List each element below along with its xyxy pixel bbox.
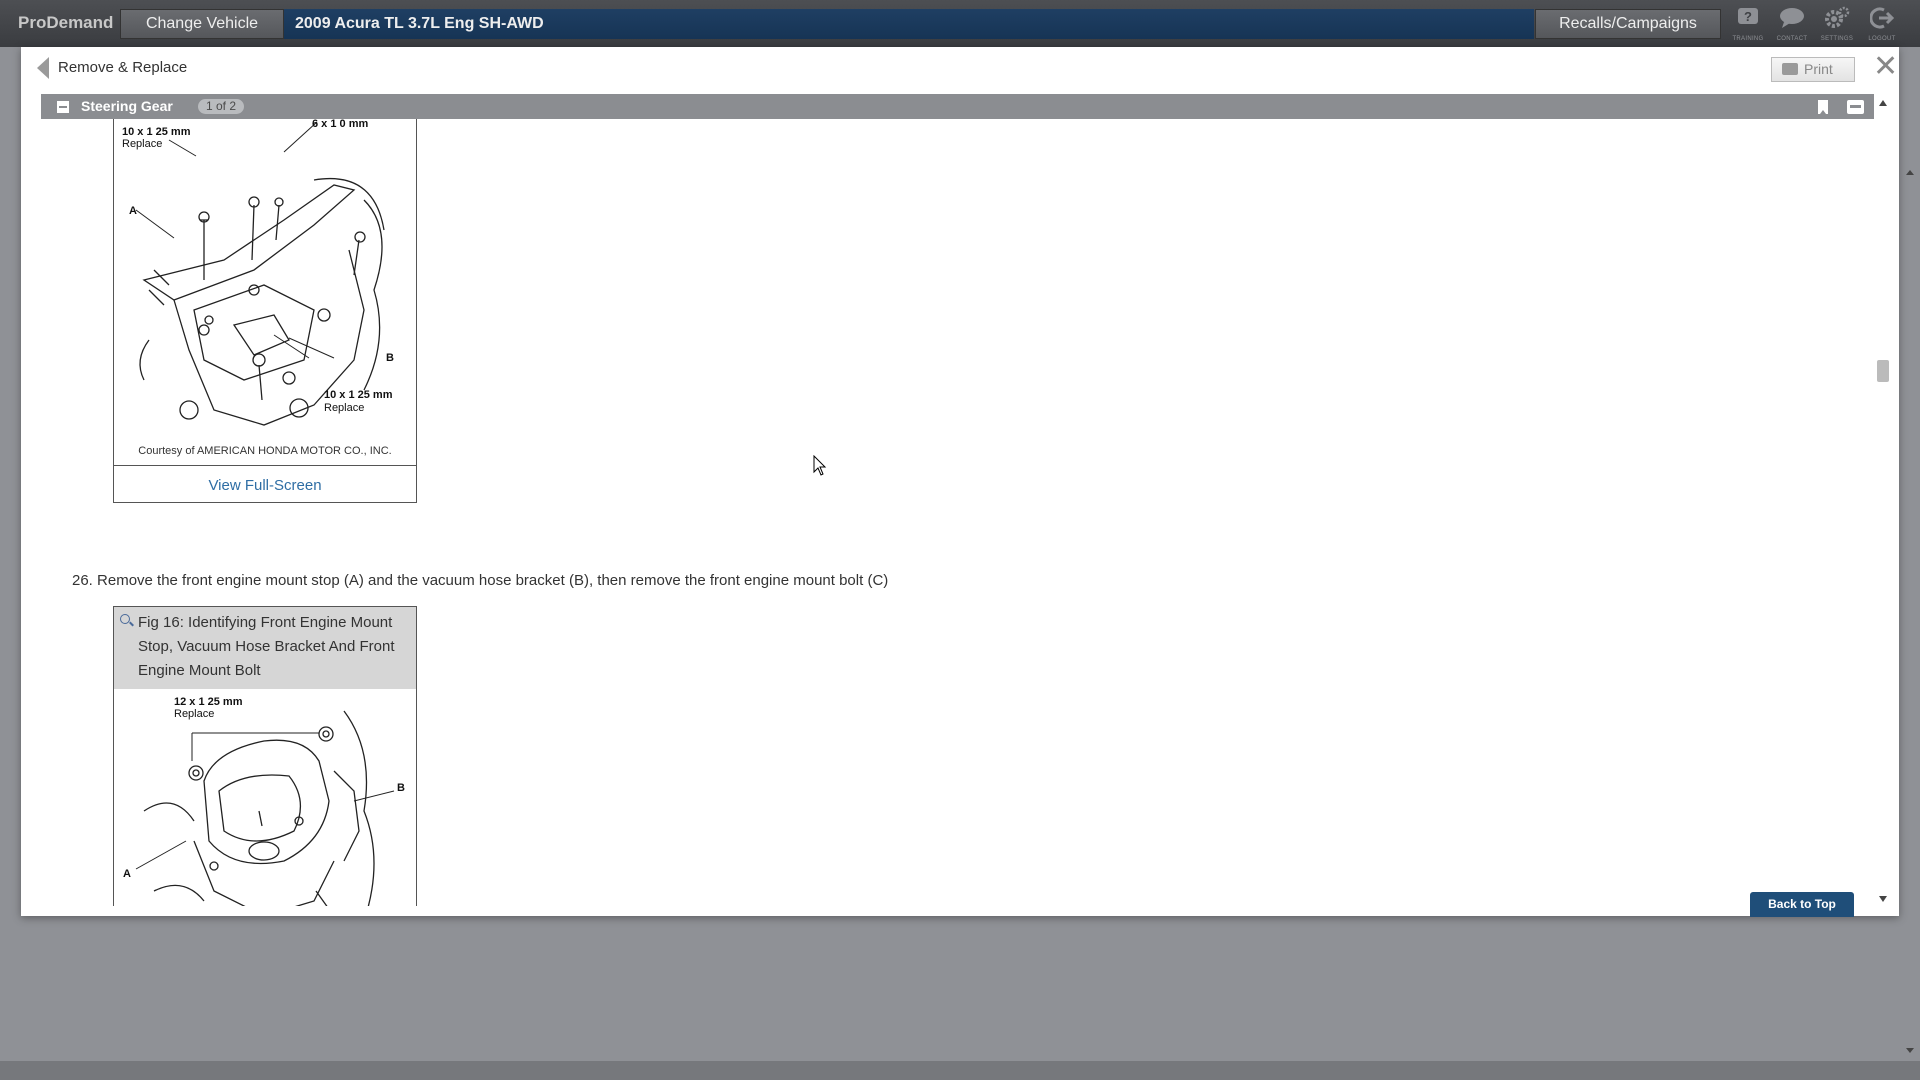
diagram-label: Replace bbox=[324, 402, 364, 414]
change-vehicle-button[interactable]: Change Vehicle bbox=[120, 9, 284, 39]
diagram-label: 10 x 1 25 mm bbox=[122, 126, 191, 138]
settings-button[interactable]: SETTINGS bbox=[1817, 6, 1857, 44]
section-print-icon[interactable] bbox=[1847, 100, 1864, 114]
diagram-label: 10 x 1 25 mm bbox=[324, 389, 393, 401]
printer-icon bbox=[1782, 63, 1798, 75]
bottom-bar bbox=[0, 1061, 1920, 1080]
diagram-label: A bbox=[129, 205, 137, 217]
back-arrow-icon[interactable] bbox=[37, 57, 49, 79]
chat-icon bbox=[1772, 6, 1812, 36]
contact-button[interactable]: CONTACT bbox=[1772, 6, 1812, 44]
scroll-thumb[interactable] bbox=[1877, 360, 1889, 382]
back-to-top-button[interactable]: Back to Top bbox=[1750, 892, 1854, 917]
logout-button[interactable]: LOGOUT bbox=[1862, 6, 1902, 44]
section-pager-badge: 1 of 2 bbox=[198, 99, 245, 114]
document-modal: Remove & Replace Print ✕ Steering Gear 1… bbox=[21, 47, 1899, 917]
logout-icon bbox=[1862, 6, 1902, 36]
diagram-label: Replace bbox=[122, 138, 162, 150]
view-full-screen-link[interactable]: View Full-Screen bbox=[114, 477, 416, 494]
zoom-icon[interactable] bbox=[120, 614, 130, 624]
diagram-label: 6 x 1 0 mm bbox=[312, 119, 368, 130]
recalls-campaigns-button[interactable]: Recalls/Campaigns bbox=[1535, 9, 1721, 39]
section-header: Steering Gear 1 of 2 bbox=[41, 94, 1874, 119]
figure-credit: Courtesy of AMERICAN HONDA MOTOR CO., IN… bbox=[138, 445, 392, 457]
content-scrollbar[interactable] bbox=[1875, 94, 1891, 906]
figure-16: Fig 16: Identifying Front Engine Mount S… bbox=[113, 606, 417, 906]
gear-icon bbox=[1817, 6, 1857, 36]
section-title: Steering Gear bbox=[81, 98, 173, 114]
page-scroll-up-icon[interactable] bbox=[1906, 170, 1914, 175]
top-bar: ProDemand Change Vehicle 2009 Acura TL 3… bbox=[0, 0, 1920, 47]
collapse-icon[interactable] bbox=[57, 101, 69, 113]
svg-text:?: ? bbox=[1744, 9, 1752, 24]
front-mount-diagram[interactable]: 10 x 1 25 mm Replace 6 x 1 0 mm A B 10 x… bbox=[114, 119, 416, 440]
diagram-label: 12 x 1 25 mm bbox=[174, 696, 243, 708]
diagram-label: Replace bbox=[174, 708, 214, 720]
divider bbox=[114, 465, 416, 466]
brand-logo[interactable]: ProDemand bbox=[18, 13, 113, 33]
vehicle-title: 2009 Acura TL 3.7L Eng SH-AWD bbox=[284, 9, 1534, 39]
bookmark-icon[interactable] bbox=[1818, 100, 1828, 114]
figure-caption[interactable]: Fig 16: Identifying Front Engine Mount S… bbox=[114, 607, 416, 689]
diagram-label: B bbox=[386, 352, 394, 364]
print-button[interactable]: Print bbox=[1771, 57, 1855, 82]
scroll-up-icon[interactable] bbox=[1879, 100, 1887, 106]
page-scroll-down-icon[interactable] bbox=[1906, 1048, 1914, 1053]
scroll-down-icon[interactable] bbox=[1879, 896, 1887, 902]
help-icon: ? bbox=[1728, 6, 1768, 36]
procedure-step: 26. Remove the front engine mount stop (… bbox=[72, 572, 889, 589]
diagram-label: B bbox=[397, 782, 405, 794]
article-content: 10 x 1 25 mm Replace 6 x 1 0 mm A B 10 x… bbox=[41, 119, 1874, 906]
figure-15: 10 x 1 25 mm Replace 6 x 1 0 mm A B 10 x… bbox=[113, 119, 417, 503]
breadcrumb[interactable]: Remove & Replace bbox=[58, 59, 187, 76]
close-icon[interactable]: ✕ bbox=[1873, 52, 1898, 82]
diagram-label: A bbox=[123, 868, 131, 880]
training-button[interactable]: ? TRAINING bbox=[1728, 6, 1768, 44]
engine-mount-diagram[interactable]: 12 x 1 25 mm Replace B A bbox=[114, 691, 416, 906]
